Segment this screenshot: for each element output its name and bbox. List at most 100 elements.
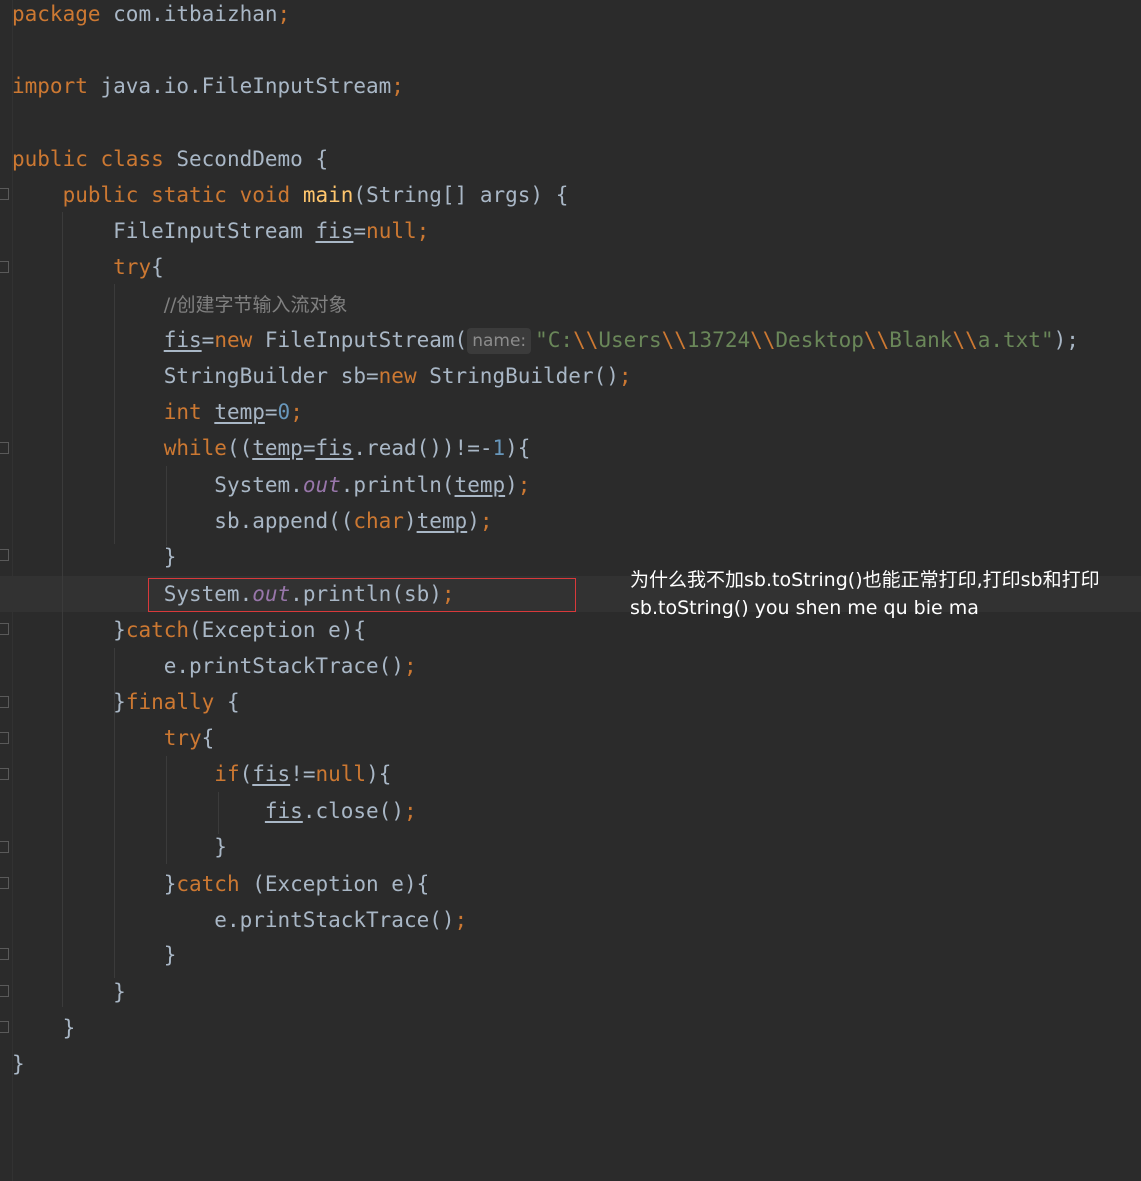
semicolon: ; [416,219,430,243]
code-line-sb-decl: StringBuilder sb=new StringBuilder(); [12,362,632,398]
string: a.txt" [977,328,1054,352]
fold-marker[interactable] [0,985,9,997]
string: Users [598,328,662,352]
operator: = [353,219,367,243]
brace: } [113,618,126,642]
code-line-inner-catch-close: } [12,941,177,977]
fold-marker[interactable] [0,261,9,273]
escape: \\ [750,328,776,352]
fold-marker[interactable] [0,1021,9,1033]
params: (String[] args) { [353,183,569,207]
keyword: public [62,183,139,207]
fold-marker[interactable] [0,623,9,635]
escape: \\ [573,328,599,352]
code-line-main-close: } [12,1014,76,1050]
string: Blank [889,328,953,352]
class-ref: System. [214,473,303,497]
keyword: void [239,183,291,207]
keyword: import [12,74,88,98]
code-line-close: fis.close(); [12,797,417,833]
brace: { [151,255,164,279]
fold-marker[interactable] [0,841,9,853]
fold-marker[interactable] [0,188,9,200]
paren: ) [505,473,518,497]
code-line-import: import java.io.FileInputStream; [12,72,404,108]
fold-marker[interactable] [0,768,9,780]
operator: != [290,762,316,786]
paren: (( [226,436,253,460]
paren: ); [1053,328,1079,352]
call: .println( [340,473,455,497]
code-line-fis-decl: FileInputStream fis=null; [12,217,429,253]
keyword: try [113,255,152,279]
keyword: null [315,762,367,786]
operator: = [264,400,278,424]
fold-marker[interactable] [0,696,9,708]
type: FileInputStream [113,219,316,243]
keyword: finally [125,690,215,714]
code-line-while-close: } [12,543,177,579]
keyword: static [151,183,227,207]
semicolon: ; [479,509,493,533]
brace: } [62,1016,76,1040]
variable: fis [252,762,291,786]
operator: = [201,328,215,352]
brace: } [163,545,177,569]
semicolon: ; [391,74,404,98]
brace: { [201,726,215,750]
string: Desktop [775,328,864,352]
call: .read())!=- [353,436,493,460]
semicolon: ; [403,799,417,823]
escape: \\ [661,328,687,352]
code-line-finally: }finally { [12,688,240,724]
brace: } [163,943,177,967]
code-line-fis-assign: fis=new FileInputStream(name: "C:\\Users\… [12,326,1079,362]
fold-marker[interactable] [0,732,9,744]
variable: fis [163,328,202,352]
package-name: com.itbaizhan [100,2,278,26]
code-line-main-decl: public static void main(String[] args) { [12,181,569,217]
constructor: FileInputStream( [252,328,468,352]
code-line-inner-try: try{ [12,724,215,760]
variable: fis [315,219,354,243]
class-name: SecondDemo { [163,147,329,171]
keyword: try [163,726,202,750]
code-line-catch: }catch(Exception e){ [12,616,366,652]
question-annotation: 为什么我不加sb.toString()也能正常打印,打印sb和打印sb.toSt… [630,569,1100,619]
brace: } [113,980,126,1004]
type: StringBuilder sb= [163,364,379,388]
brace: } [113,690,126,714]
fold-marker[interactable] [0,549,9,561]
paren: ){ [366,762,392,786]
keyword: catch [125,618,190,642]
fold-marker[interactable] [0,877,9,889]
constructor: StringBuilder() [416,364,619,388]
highlight-box [148,578,576,612]
comment: //创建字节输入流对象 [163,294,348,316]
keyword: while [163,436,227,460]
brace: } [163,872,177,896]
keyword: if [214,762,240,786]
code-line-inner-catch: }catch (Exception e){ [12,870,430,906]
keyword: null [366,219,417,243]
variable: temp [454,473,506,497]
semicolon: ; [618,364,632,388]
semicolon: ; [403,654,417,678]
string: 13724 [686,328,751,352]
brace: } [214,835,227,859]
code-line-print-stack: e.printStackTrace(); [12,652,417,688]
brace: { [214,690,240,714]
semicolon: ; [517,473,531,497]
keyword: catch [176,872,240,896]
fold-marker[interactable] [0,442,9,454]
call: .close() [302,799,404,823]
keyword: int [163,400,202,424]
variable: temp [252,436,303,460]
method-name: main [302,183,354,207]
code-line-if-close: } [12,833,227,869]
fold-marker[interactable] [0,948,9,960]
string: "C: [535,328,574,352]
escape: \\ [863,328,890,352]
code-line-while: while((temp=fis.read())!=-1){ [12,434,531,470]
variable: temp [214,400,265,424]
